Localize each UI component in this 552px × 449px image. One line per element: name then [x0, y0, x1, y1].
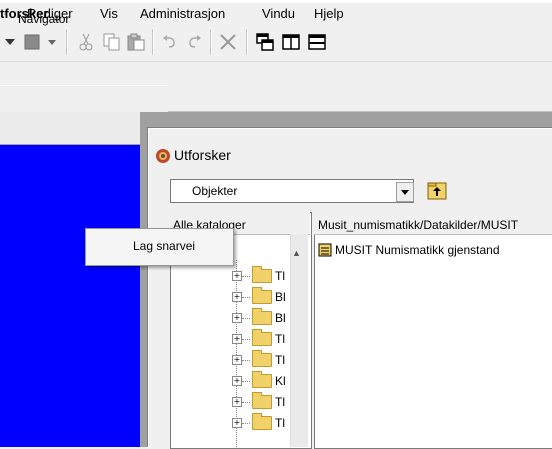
expand-icon[interactable]: + [232, 313, 242, 323]
scroll-up-arrow-icon[interactable]: ▲ [292, 248, 301, 258]
tree-item[interactable]: + Tl [232, 266, 285, 286]
expand-icon[interactable]: + [232, 355, 242, 365]
redo-icon[interactable] [184, 32, 204, 52]
menu-vis[interactable]: Vis [100, 6, 118, 21]
tree-item-label: Tl [275, 353, 285, 367]
toolbar-separator [152, 29, 154, 55]
toolbar-separator [210, 29, 212, 55]
list-item[interactable]: MUSIT Numismatikk gjenstand [318, 243, 500, 257]
expand-icon[interactable]: + [232, 271, 242, 281]
explorer-app-icon [155, 148, 171, 167]
toolbar-separator [246, 29, 248, 55]
tree-item-label: Tl [275, 269, 285, 283]
folder-icon [252, 287, 272, 304]
contents-path: Musit_numismatikk/Datakilder/MUSIT [318, 218, 519, 232]
tree-item[interactable]: + Tl [232, 329, 285, 349]
menu-hjelp[interactable]: Hjelp [314, 6, 344, 21]
tile-horizontal-icon[interactable] [306, 32, 328, 52]
navigator-area [0, 145, 140, 447]
copy-icon[interactable] [102, 32, 122, 52]
tree-item-label: Bl [275, 311, 286, 325]
tree-item[interactable]: + Kl [232, 371, 286, 391]
database-table-icon [318, 243, 332, 257]
up-folder-button[interactable] [426, 180, 448, 202]
tab-navigator-label: Navigator [18, 12, 70, 26]
explorer-window-title: Utforsker [174, 147, 231, 163]
left-panel-header [0, 85, 168, 113]
list-item-label: MUSIT Numismatikk gjenstand [335, 243, 500, 257]
menu-administrasjon[interactable]: Administrasjon [140, 6, 225, 21]
expand-icon[interactable]: + [232, 334, 242, 344]
cut-icon[interactable] [76, 32, 96, 52]
chevron-down-icon [401, 190, 409, 195]
stop-icon[interactable] [22, 32, 42, 52]
up-folder-icon [427, 182, 447, 200]
dropdown-arrow-icon[interactable] [46, 32, 58, 52]
menu-bar: · Rediger Vis Administrasjon Vindu Hjelp [0, 3, 552, 23]
tile-vertical-icon[interactable] [280, 32, 302, 52]
tree-item[interactable]: + Tl [232, 413, 285, 433]
folder-icon [252, 371, 272, 388]
dropdown-arrow-icon[interactable] [4, 32, 16, 52]
tree-item-label: Tl [275, 416, 285, 430]
menu-vindu[interactable]: Vindu [262, 6, 295, 21]
delete-icon[interactable] [218, 32, 238, 52]
header-strip [168, 85, 552, 112]
folder-icon [252, 392, 272, 409]
tree-item[interactable]: + Tl [232, 392, 285, 412]
tab-navigator[interactable] [0, 112, 141, 145]
tree-item[interactable]: + Tl [232, 350, 285, 370]
folder-icon [252, 329, 272, 346]
tree-item[interactable]: + Bl [232, 308, 286, 328]
tree-item-label: Tl [275, 332, 285, 346]
context-menu-item-lag-snarvei[interactable]: Lag snarvei [133, 239, 195, 253]
folder-icon [252, 350, 272, 367]
expand-icon[interactable]: + [232, 376, 242, 386]
expand-icon[interactable]: + [232, 397, 242, 407]
catalog-tree-scrollbar[interactable] [290, 234, 308, 447]
paste-icon[interactable] [126, 32, 146, 52]
folder-icon [252, 308, 272, 325]
tree-item-label: Tl [275, 395, 285, 409]
folder-icon [252, 413, 272, 430]
object-type-select-button[interactable] [396, 182, 414, 202]
undo-icon[interactable] [160, 32, 180, 52]
tree-item-label: Bl [275, 290, 286, 304]
tree-item[interactable]: + Bl [232, 287, 286, 307]
folder-icon [252, 266, 272, 283]
expand-icon[interactable]: + [232, 292, 242, 302]
toolbar [0, 23, 552, 62]
cascade-windows-icon[interactable] [254, 32, 276, 52]
object-type-select-value: Objekter [192, 184, 238, 198]
expand-icon[interactable]: + [232, 418, 242, 428]
toolbar-separator [66, 29, 68, 55]
tree-item-label: Kl [275, 374, 286, 388]
